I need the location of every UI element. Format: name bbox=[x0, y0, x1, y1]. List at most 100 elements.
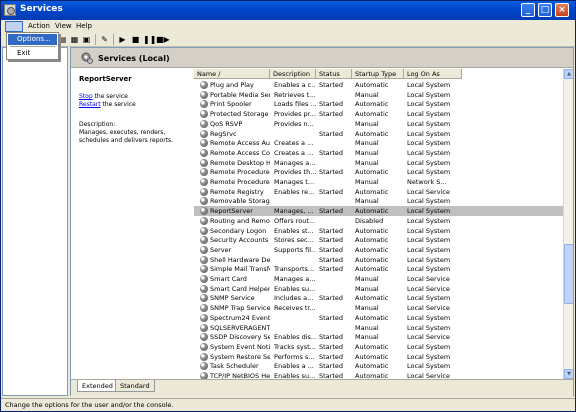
service-startup-cell: Manual bbox=[355, 90, 379, 99]
table-row[interactable]: Remote Procedure ... Manages t... Manual Ne… bbox=[194, 177, 563, 187]
service-gear-icon bbox=[200, 129, 208, 138]
service-name-cell: Remote Desktop He... bbox=[210, 158, 270, 167]
table-row[interactable]: Security Accounts ... Stores sec... Starte… bbox=[194, 235, 563, 245]
title-bar: Services _ □ × bbox=[1, 1, 575, 20]
service-logon-cell: Local System bbox=[407, 139, 451, 148]
service-logon-cell: Local System bbox=[407, 148, 451, 157]
scroll-up-icon[interactable]: ▲ bbox=[564, 69, 573, 79]
table-row[interactable]: Smart Card Manages a... Manual Local Servic… bbox=[194, 274, 563, 284]
menu-file[interactable] bbox=[5, 21, 23, 32]
table-row[interactable]: Remote Procedure ... Provides th...Starte… bbox=[194, 167, 563, 177]
table-row[interactable]: Protected Storage Provides pr... Started Au… bbox=[194, 109, 563, 119]
export-list-icon[interactable]: ▦ bbox=[69, 34, 80, 45]
service-logon-cell: Local System bbox=[407, 100, 451, 109]
table-row[interactable]: Simple Mail Transfer... Transports... Star… bbox=[194, 264, 563, 274]
service-gear-icon bbox=[200, 178, 208, 186]
table-row[interactable]: Removable Storage Manual Local System bbox=[194, 196, 563, 206]
table-row[interactable]: Shell Hardware Det... Started Automatic Loc… bbox=[194, 255, 563, 265]
service-status-cell: Started bbox=[319, 226, 344, 235]
service-name-cell: Routing and Remot... bbox=[210, 216, 270, 225]
service-gear-icon bbox=[200, 372, 208, 379]
service-description-cell: Performs s... bbox=[274, 352, 315, 361]
menu-action[interactable]: Action bbox=[26, 21, 52, 31]
service-startup-cell: Automatic bbox=[355, 236, 389, 245]
minimize-button[interactable]: _ bbox=[521, 3, 535, 17]
service-description-cell: Enables dis... bbox=[274, 333, 316, 342]
service-logon-cell: Local System bbox=[407, 197, 451, 206]
close-button[interactable]: × bbox=[555, 3, 569, 17]
table-row[interactable]: Task Scheduler Enables a ... Started Automa… bbox=[194, 361, 563, 371]
menu-help[interactable]: Help bbox=[74, 21, 94, 31]
table-row[interactable]: Print Spooler Loads files ... Started Autom… bbox=[194, 99, 563, 109]
help-icon[interactable]: ✎ bbox=[99, 34, 110, 45]
table-row[interactable]: SNMP Trap Service Receives tr... Manual Loc… bbox=[194, 303, 563, 313]
service-description-cell: Manages t... bbox=[274, 178, 315, 186]
column-header-name[interactable]: Name / bbox=[194, 69, 270, 79]
service-name-cell: Remote Procedure ... bbox=[210, 178, 270, 186]
table-row[interactable]: ReportServer Manages, ... Started Automatic… bbox=[194, 206, 563, 217]
description-pane: ReportServer Stop the service Restart th… bbox=[71, 69, 193, 379]
service-startup-cell: Manual bbox=[355, 197, 379, 206]
table-row[interactable]: Remote Access Con... Creates a ... Started… bbox=[194, 148, 563, 158]
table-row[interactable]: SQLSERVERAGENT Manual Local System bbox=[194, 323, 563, 333]
stop-service-link[interactable]: Stop bbox=[79, 93, 93, 100]
restart-service-icon[interactable]: ■▶ bbox=[156, 34, 170, 45]
properties-icon[interactable]: ▣ bbox=[81, 34, 92, 45]
maximize-button[interactable]: □ bbox=[538, 3, 552, 17]
service-logon-cell: Local System bbox=[407, 323, 451, 332]
table-row[interactable]: System Event Notifi... Tracks syst...Star… bbox=[194, 342, 563, 352]
table-row[interactable]: Remote Desktop He... Manages a... Manual Lo… bbox=[194, 158, 563, 168]
service-status-cell: Started bbox=[319, 333, 344, 342]
service-name-cell: System Restore Ser... bbox=[210, 352, 270, 361]
table-row[interactable]: Spectrum24 Event ... Started Automatic Loca… bbox=[194, 313, 563, 323]
table-row[interactable]: Remote Access Aut... Creates a ... Manual L… bbox=[194, 138, 563, 148]
restart-service-link[interactable]: Restart bbox=[79, 101, 101, 108]
table-row[interactable]: SSDP Discovery Ser... Enables dis...Start… bbox=[194, 332, 563, 342]
service-name-cell: Spectrum24 Event ... bbox=[210, 313, 270, 322]
description-label: Description: bbox=[79, 121, 116, 128]
service-status-cell: Started bbox=[319, 207, 344, 216]
tab-standard[interactable]: Standard bbox=[115, 380, 155, 392]
column-header-logon[interactable]: Log On As bbox=[404, 69, 462, 79]
service-name-cell: Shell Hardware Det... bbox=[210, 255, 270, 264]
menu-exit-item[interactable]: Exit bbox=[8, 48, 57, 59]
service-logon-cell: Local System bbox=[407, 90, 451, 99]
table-row[interactable]: Portable Media Seri... Retrieves t... Manu… bbox=[194, 90, 563, 100]
table-row[interactable]: Routing and Remot... Offers rout... Disabl… bbox=[194, 216, 563, 226]
table-row[interactable]: RegSrvc Started Automatic Local System bbox=[194, 129, 563, 139]
service-startup-cell: Manual bbox=[355, 284, 379, 293]
column-header-status[interactable]: Status bbox=[316, 69, 352, 79]
scroll-thumb[interactable] bbox=[564, 244, 573, 304]
service-gear-icon bbox=[200, 119, 208, 128]
restart-line: Restart the service bbox=[79, 101, 136, 108]
table-row[interactable]: SNMP Service Includes a... Started Automati… bbox=[194, 293, 563, 303]
table-row[interactable]: Secondary Logon Enables st... Started Autom… bbox=[194, 226, 563, 236]
service-description-cell: Offers rout... bbox=[274, 216, 316, 225]
menu-options-item[interactable]: Options... bbox=[8, 34, 57, 45]
service-name-cell: Portable Media Seri... bbox=[210, 90, 270, 99]
table-row[interactable]: Plug and Play Enables a c... Started Automa… bbox=[194, 80, 563, 90]
table-row[interactable]: QoS RSVP Provides n... Manual Local System bbox=[194, 119, 563, 129]
table-row[interactable]: Smart Card Helper Enables su... Manual Loca… bbox=[194, 284, 563, 294]
tab-extended[interactable]: Extended bbox=[77, 380, 118, 392]
start-service-icon[interactable]: ▶ bbox=[117, 34, 128, 45]
services-app-icon bbox=[4, 4, 16, 16]
pause-service-icon[interactable]: ❚❚ bbox=[143, 34, 156, 45]
service-status-cell: Started bbox=[319, 265, 344, 274]
table-row[interactable]: System Restore Ser... Performs s... Starte… bbox=[194, 352, 563, 362]
table-row[interactable]: Server Supports fil... Started Automatic Loc… bbox=[194, 245, 563, 255]
service-status-cell: Started bbox=[319, 187, 344, 196]
vertical-scrollbar[interactable]: ▲ ▼ bbox=[563, 69, 573, 379]
service-name-cell: TCP/IP NetBIOS Hel... bbox=[210, 372, 270, 379]
restart-line-text: the service bbox=[100, 101, 136, 108]
table-row[interactable]: TCP/IP NetBIOS Hel... Enables su...Starte… bbox=[194, 371, 563, 379]
column-header-startup[interactable]: Startup Type bbox=[352, 69, 404, 79]
table-row[interactable]: Remote Registry Enables re... Started Autom… bbox=[194, 187, 563, 197]
service-name-cell: SQLSERVERAGENT bbox=[210, 323, 270, 332]
panel-header: Services (Local) bbox=[71, 48, 573, 68]
stop-service-icon[interactable]: ■ bbox=[130, 34, 141, 45]
service-startup-cell: Automatic bbox=[355, 362, 389, 371]
scroll-down-icon[interactable]: ▼ bbox=[564, 369, 573, 379]
menu-view[interactable]: View bbox=[53, 21, 74, 31]
column-header-description[interactable]: Description bbox=[270, 69, 316, 79]
